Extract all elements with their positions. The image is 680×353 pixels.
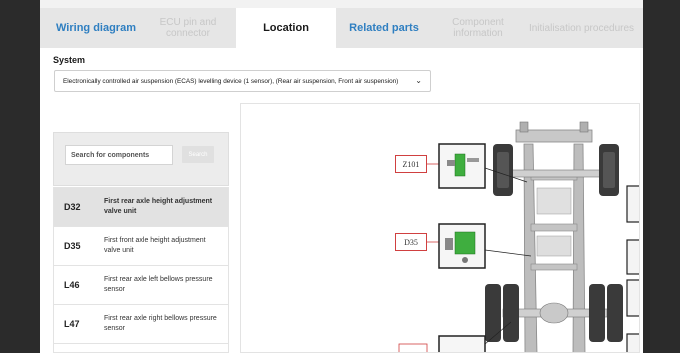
location-diagram[interactable]: Z101 D35 [240, 103, 640, 353]
tab-ecu-pin-connector: ECU pin and connector [159, 17, 217, 39]
tab-component-information: Component information [452, 17, 504, 39]
list-item[interactable]: D32 First rear axle height adjustment va… [54, 188, 228, 227]
component-code: D32 [64, 202, 81, 212]
callout-d35[interactable]: D35 [395, 233, 427, 251]
search-input[interactable]: Search for components [65, 145, 173, 165]
system-select[interactable]: Electronically controlled air suspension… [54, 70, 431, 92]
system-select-value: Electronically controlled air suspension… [63, 77, 399, 85]
tab-initialisation-procedures: Initialisation procedures [528, 22, 635, 34]
top-strip [40, 0, 643, 8]
system-label: System [53, 55, 86, 65]
search-panel: Search for components Search [53, 132, 229, 186]
tab-bar: Wiring diagram ECU pin and connector Loc… [40, 8, 643, 48]
tab-related-parts[interactable]: Related parts [336, 8, 432, 48]
component-description: First rear axle height adjustment valve … [104, 198, 213, 215]
location-page: Wiring diagram ECU pin and connector Loc… [40, 8, 643, 353]
list-item[interactable]: D35 First front axle height adjustment v… [54, 227, 228, 266]
tab-wiring-diagram[interactable]: Wiring diagram [52, 8, 140, 48]
list-item[interactable]: L47 First rear axle right bellows pressu… [54, 305, 228, 344]
component-code: D35 [64, 241, 81, 251]
component-description: First rear axle right bellows pressure s… [104, 315, 217, 332]
search-button[interactable]: Search [182, 146, 214, 163]
left-window-frame [0, 0, 40, 353]
tab-location[interactable]: Location [236, 8, 336, 48]
truck-chassis-illustration [398, 121, 639, 352]
component-description: First front axle height adjustment valve… [104, 237, 206, 254]
right-window-frame [643, 0, 680, 353]
component-code: L47 [64, 319, 80, 329]
component-description: First rear axle left bellows pressure se… [104, 276, 213, 293]
component-list: D32 First rear axle height adjustment va… [53, 187, 229, 353]
chevron-down-icon: ⌄ [415, 76, 422, 85]
component-code: L46 [64, 280, 80, 290]
callout-z101[interactable]: Z101 [395, 155, 427, 173]
list-item[interactable]: L46 First rear axle left bellows pressur… [54, 266, 228, 305]
